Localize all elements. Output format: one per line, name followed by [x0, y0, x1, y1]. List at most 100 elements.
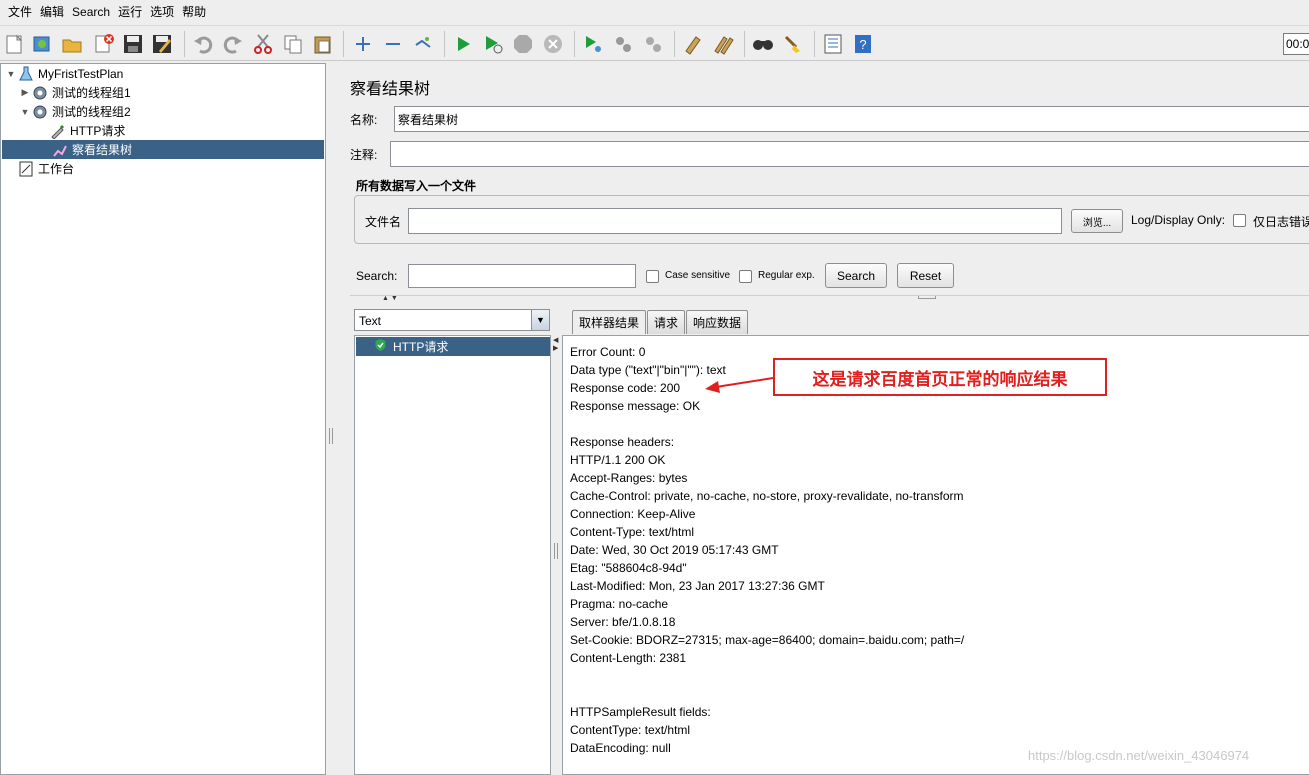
- reset-search-icon[interactable]: [781, 32, 805, 56]
- help-icon[interactable]: ?: [851, 32, 875, 56]
- renderer-select[interactable]: Text ▼: [354, 309, 550, 331]
- regex-label: Regular exp.: [758, 270, 815, 281]
- collapse-icon[interactable]: [381, 32, 405, 56]
- search-label: Search:: [356, 269, 398, 283]
- menu-help[interactable]: 帮助: [178, 0, 210, 25]
- tab-response-data[interactable]: 响应数据: [686, 310, 749, 334]
- toggle-icon[interactable]: [411, 32, 435, 56]
- file-section: 文件名 浏览... Log/Display Only: 仅日志错误: [354, 195, 1309, 244]
- menu-file[interactable]: 文件: [4, 0, 36, 25]
- menu-options[interactable]: 选项: [146, 0, 178, 25]
- result-line: Cache-Control: private, no-cache, no-sto…: [570, 489, 964, 503]
- collapse-toggle-icon[interactable]: ▼: [5, 69, 17, 79]
- errors-only-checkbox[interactable]: [1233, 214, 1246, 227]
- paste-icon[interactable]: [311, 32, 335, 56]
- splitter-arrows-icon[interactable]: ▲ ▼: [382, 295, 398, 302]
- sample-list-label: HTTP请求: [393, 340, 449, 354]
- clear-icon[interactable]: [681, 32, 705, 56]
- menu-edit[interactable]: 编辑: [36, 0, 68, 25]
- expand-toggle-icon[interactable]: ▶: [19, 87, 31, 98]
- function-helper-icon[interactable]: [821, 32, 845, 56]
- menu-run[interactable]: 运行: [114, 0, 146, 25]
- reset-button[interactable]: Reset: [897, 263, 954, 288]
- templates-icon[interactable]: [30, 32, 54, 56]
- result-line: Etag: "588604c8-94d": [570, 561, 687, 575]
- splitter-arrows-icon[interactable]: ◀ ▶: [553, 337, 558, 353]
- result-line: HTTP/1.1 200 OK: [570, 453, 666, 467]
- tree-node-label: 测试的线程组2: [52, 105, 131, 119]
- splitter-grip[interactable]: [554, 543, 558, 559]
- start-no-pauses-icon[interactable]: [481, 32, 505, 56]
- tree-node-label: 测试的线程组1: [52, 86, 131, 100]
- comment-field[interactable]: [390, 141, 1309, 167]
- success-shield-icon: [374, 338, 387, 355]
- sample-result-list-pane: Text ▼ HTTP请求: [354, 307, 551, 775]
- result-line: Set-Cookie: BDORZ=27315; max-age=86400; …: [570, 633, 965, 647]
- tab-sampler-result[interactable]: 取样器结果: [572, 310, 647, 334]
- test-plan-tree: ▼ MyFristTestPlan ▶ 测试的线程组1 ▼ 测试的线程组2 HT…: [0, 63, 326, 775]
- result-line: Data type ("text"|"bin"|""): text: [570, 363, 726, 377]
- collapse-toggle-icon[interactable]: ▼: [19, 107, 31, 117]
- splitter-grip[interactable]: [329, 428, 333, 444]
- filename-label: 文件名: [365, 215, 402, 229]
- menu-bar: 文件 编辑 Search 运行 选项 帮助: [0, 0, 1309, 25]
- name-field[interactable]: 察看结果树: [394, 106, 1309, 132]
- tab-request[interactable]: 请求: [647, 310, 686, 334]
- result-line: Response code: 200: [570, 381, 681, 395]
- search-icon[interactable]: [751, 32, 775, 56]
- start-icon[interactable]: [451, 32, 475, 56]
- expand-icon[interactable]: [351, 32, 375, 56]
- tree-node-thread-group-2[interactable]: ▼ 测试的线程组2: [19, 102, 131, 121]
- stop-icon[interactable]: [511, 32, 535, 56]
- browse-button[interactable]: 浏览...: [1071, 209, 1123, 233]
- copy-icon[interactable]: [281, 32, 305, 56]
- tree-node-http-request[interactable]: HTTP请求: [49, 121, 125, 140]
- renderer-selected: Text: [359, 314, 382, 328]
- middle-splitter[interactable]: ◀ ▶: [551, 307, 561, 775]
- result-tabs: 取样器结果 请求 响应数据: [572, 310, 749, 334]
- shutdown-icon[interactable]: [541, 32, 565, 56]
- result-line: Connection: Keep-Alive: [570, 507, 696, 521]
- comment-row: 注释:: [350, 140, 1309, 168]
- chevron-down-icon[interactable]: ▼: [531, 310, 549, 330]
- case-sensitive-label: Case sensitive: [665, 270, 731, 281]
- panel-title: 察看结果树: [350, 81, 431, 98]
- cut-icon[interactable]: [251, 32, 275, 56]
- vertical-splitter[interactable]: [326, 63, 336, 775]
- close-icon[interactable]: [92, 32, 116, 56]
- remote-shutdown-icon[interactable]: [641, 32, 665, 56]
- save-icon[interactable]: [121, 32, 145, 56]
- redo-icon[interactable]: [221, 32, 245, 56]
- pipette-icon: [49, 123, 67, 139]
- clipboard-icon: [17, 161, 35, 177]
- search-button[interactable]: Search: [825, 263, 887, 288]
- sample-list: HTTP请求: [354, 335, 551, 775]
- undo-icon[interactable]: [191, 32, 215, 56]
- annotation-callout: 这是请求百度首页正常的响应结果: [773, 358, 1107, 396]
- watermark: https://blog.csdn.net/weixin_43046974: [1028, 748, 1250, 763]
- tree-node-workbench[interactable]: 工作台: [17, 159, 74, 178]
- sample-list-item[interactable]: HTTP请求: [356, 337, 550, 356]
- tree-node-thread-group-1[interactable]: ▶ 测试的线程组1: [19, 83, 131, 102]
- toolbar-separator: [444, 31, 445, 57]
- search-input[interactable]: [408, 264, 636, 288]
- regex-checkbox[interactable]: [739, 270, 752, 283]
- chart-icon: [51, 142, 69, 158]
- toolbar-separator: [343, 31, 344, 57]
- tree-node-label: 工作台: [38, 162, 75, 176]
- open-icon[interactable]: [60, 32, 84, 56]
- result-line: Last-Modified: Mon, 23 Jan 2017 13:27:36…: [570, 579, 825, 593]
- save-as-icon[interactable]: [150, 32, 174, 56]
- result-line: HTTPSampleResult fields:: [570, 705, 711, 719]
- tree-node-test-plan[interactable]: ▼ MyFristTestPlan: [5, 64, 123, 83]
- splitter-grip[interactable]: [918, 296, 936, 299]
- remote-stop-icon[interactable]: [611, 32, 635, 56]
- remote-start-icon[interactable]: [581, 32, 605, 56]
- new-icon[interactable]: [2, 32, 26, 56]
- horizontal-splitter[interactable]: ▲ ▼: [350, 295, 1309, 305]
- case-sensitive-checkbox[interactable]: [646, 270, 659, 283]
- clear-all-icon[interactable]: [711, 32, 735, 56]
- filename-field[interactable]: [408, 208, 1062, 234]
- tree-node-view-results-tree[interactable]: 察看结果树: [2, 140, 324, 159]
- menu-search[interactable]: Search: [68, 0, 114, 25]
